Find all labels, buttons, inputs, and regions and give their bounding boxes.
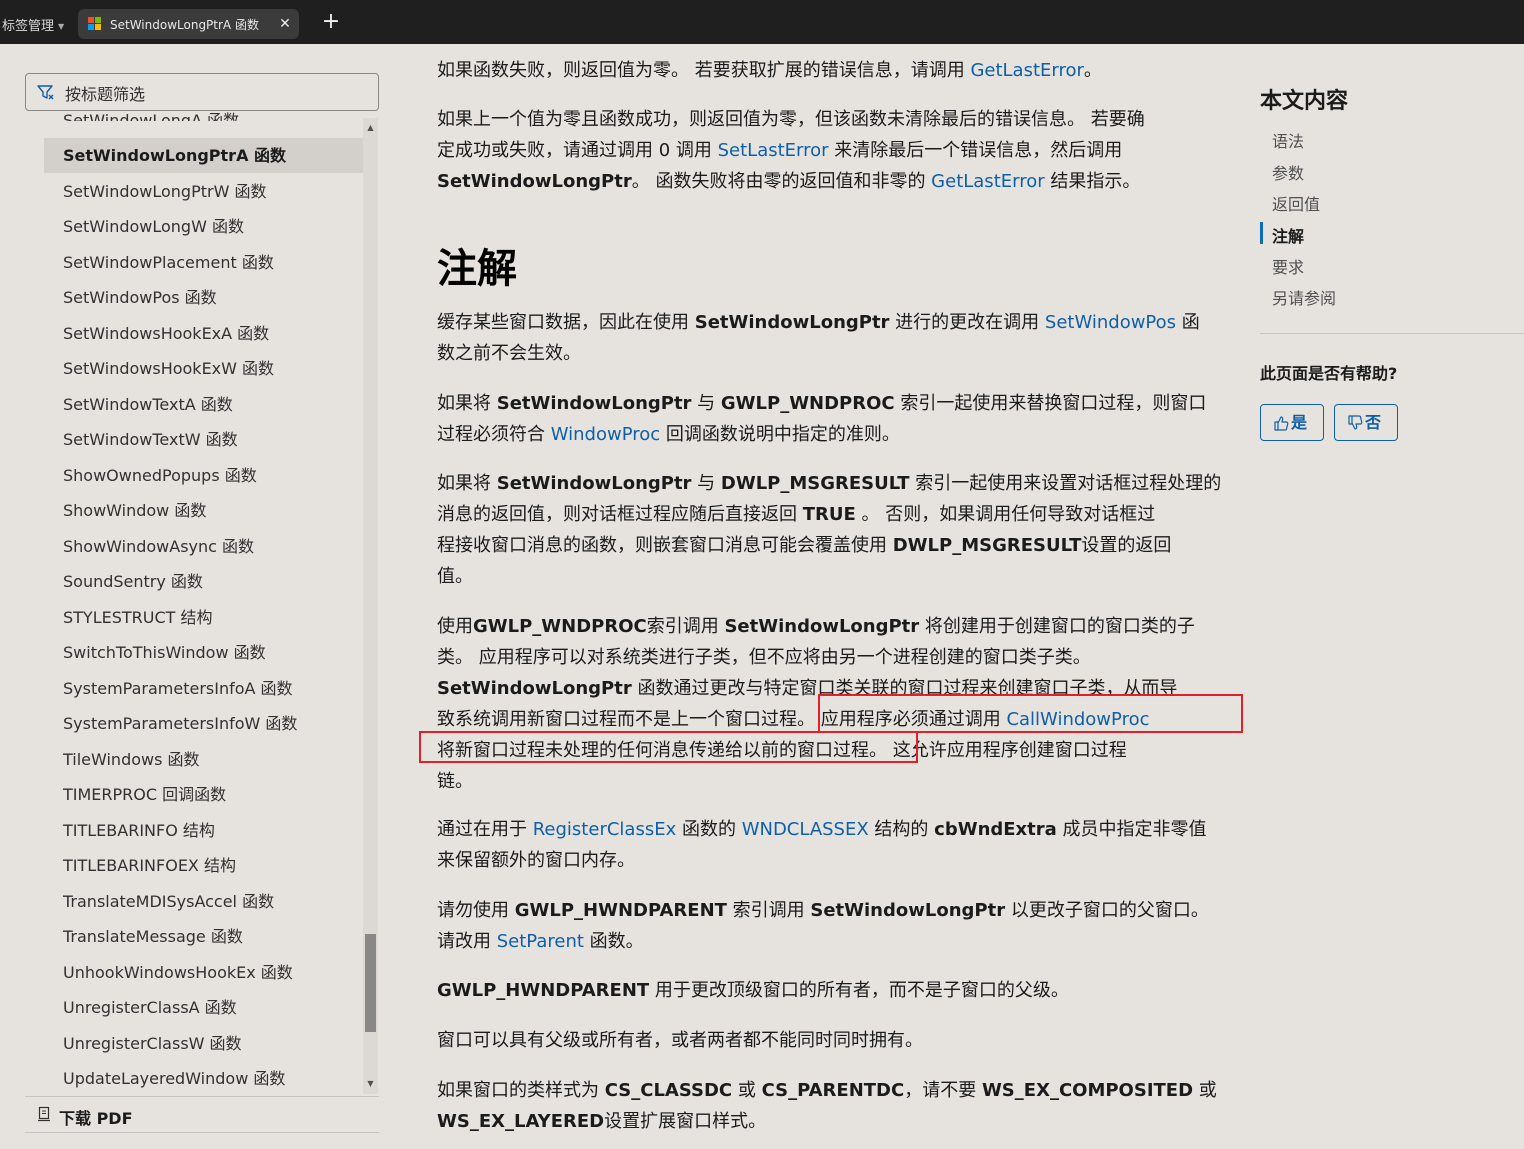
sidebar-item[interactable]: SetWindowLongPtrA 函数 [44, 138, 363, 173]
rail-title: 本文内容 [1260, 89, 1349, 114]
rail-item[interactable]: 另请参阅 [1272, 285, 1336, 309]
thumbs-down-icon [1348, 415, 1363, 430]
paragraph-hwndparent: 请勿使用 GWLP_HWNDPARENT 索引调用 SetWindowLongP… [437, 900, 1209, 952]
rail-item[interactable]: 注解 [1272, 223, 1304, 247]
sidebar-item[interactable]: SystemParametersInfoA 函数 [44, 671, 363, 706]
sidebar-item[interactable]: SetWindowPlacement 函数 [44, 245, 363, 280]
sidebar-item[interactable]: UnregisterClassW 函数 [44, 1026, 363, 1061]
feedback-no-button[interactable]: 否 [1334, 404, 1398, 441]
rail-active-indicator [1260, 222, 1263, 244]
browser-tab-active[interactable]: SetWindowLongPtrA 函数 ✕ [78, 9, 299, 39]
chevron-down-icon: ▼ [58, 22, 65, 31]
rail-item[interactable]: 返回值 [1272, 191, 1320, 215]
link-setwindowpos[interactable]: SetWindowPos [1045, 312, 1176, 333]
paragraph-extra-memory: 通过在用于 RegisterClassEx 函数的 WNDCLASSEX 结构的… [437, 819, 1207, 871]
sidebar-item[interactable]: SystemParametersInfoW 函数 [44, 706, 363, 741]
link-getlasterror-2[interactable]: GetLastError [931, 171, 1044, 192]
sidebar-scrollbar[interactable]: ▲ ▼ [363, 118, 378, 1094]
browser-tab-bar: 标签管理 ▼ SetWindowLongPtrA 函数 ✕ + [0, 0, 1524, 44]
sidebar-item[interactable]: UnhookWindowsHookEx 函数 [44, 955, 363, 990]
sidebar-toc: SetWindowLongA 函数 SetWindowLongPtrA 函数Se… [25, 112, 379, 1094]
link-setparent[interactable]: SetParent [497, 931, 584, 952]
rail-divider [1260, 333, 1524, 334]
paragraph-composited: 如果窗口的类样式为 CS_CLASSDC 或 CS_PARENTDC，请不要 W… [437, 1080, 1217, 1132]
pdf-document-icon [38, 1106, 50, 1122]
sidebar-item[interactable]: TITLEBARINFO 结构 [44, 813, 363, 848]
paragraph-msgresult: 如果将 SetWindowLongPtr 与 DWLP_MSGRESULT 索引… [437, 473, 1222, 587]
highlight-box-callwindowproc [818, 694, 1243, 733]
sidebar-item[interactable]: TIMERPROC 回调函数 [44, 777, 363, 812]
paragraph-return-failure: 如果函数失败，则返回值为零。 若要获取扩展的错误信息，请调用 GetLastEr… [437, 60, 1102, 81]
sidebar-item[interactable]: TITLEBARINFOEX 结构 [44, 848, 363, 883]
rail-item[interactable]: 要求 [1272, 254, 1304, 278]
link-windowproc[interactable]: WindowProc [551, 424, 660, 445]
sidebar-item[interactable]: SetWindowsHookExW 函数 [44, 351, 363, 386]
rail-item[interactable]: 参数 [1272, 160, 1304, 184]
tab-title: SetWindowLongPtrA 函数 [110, 18, 259, 32]
feedback-question: 此页面是否有帮助? [1260, 364, 1398, 383]
paragraph-return-zero: 如果上一个值为零且函数成功，则返回值为零，但该函数未清除最后的错误信息。 若要确… [437, 109, 1145, 192]
paragraph-cache: 缓存某些窗口数据，因此在使用 SetWindowLongPtr 进行的更改在调用… [437, 312, 1200, 364]
filter-icon [37, 85, 54, 100]
sidebar-item[interactable]: SetWindowLongW 函数 [44, 209, 363, 244]
highlight-box-pass-messages [419, 731, 918, 763]
download-pdf-label: 下载 PDF [59, 1109, 133, 1128]
sidebar-item[interactable]: ShowWindow 函数 [44, 493, 363, 528]
sidebar-item[interactable]: SetWindowPos 函数 [44, 280, 363, 315]
paragraph-parent-or-owner: 窗口可以具有父级或所有者，或者两者都不能同时同时拥有。 [437, 1030, 923, 1051]
link-wndclassex[interactable]: WNDCLASSEX [742, 819, 869, 840]
sidebar-item[interactable]: SetWindowLongPtrW 函数 [44, 174, 363, 209]
scroll-down-arrow-icon[interactable]: ▼ [363, 1077, 378, 1091]
filter-box [25, 73, 379, 111]
sidebar-item[interactable]: UpdateLayeredWindow 函数 [44, 1061, 363, 1094]
sidebar-item-partial[interactable]: SetWindowLongA 函数 [63, 112, 239, 121]
tab-group-menu[interactable]: 标签管理 ▼ [2, 15, 64, 34]
tab-group-label: 标签管理 [2, 19, 55, 34]
sidebar-item[interactable]: STYLESTRUCT 结构 [44, 600, 363, 635]
scrollbar-thumb[interactable] [365, 934, 376, 1032]
sidebar-item[interactable]: SoundSentry 函数 [44, 564, 363, 599]
feedback-yes-label: 是 [1291, 413, 1308, 432]
sidebar-item[interactable]: SetWindowTextW 函数 [44, 422, 363, 457]
sidebar-item[interactable]: TranslateMessage 函数 [44, 919, 363, 954]
feedback-yes-button[interactable]: 是 [1260, 404, 1324, 441]
download-pdf-link[interactable]: 下载 PDF [25, 1096, 379, 1133]
thumbs-up-icon [1274, 416, 1289, 431]
sidebar-item[interactable]: SwitchToThisWindow 函数 [44, 635, 363, 670]
section-heading-remarks: 注解 [437, 246, 517, 292]
sidebar-item[interactable]: TileWindows 函数 [44, 742, 363, 777]
sidebar-item[interactable]: ShowOwnedPopups 函数 [44, 458, 363, 493]
microsoft-logo-icon [88, 17, 102, 31]
rail-item[interactable]: 语法 [1272, 128, 1304, 152]
link-getlasterror[interactable]: GetLastError [970, 60, 1083, 81]
close-icon[interactable]: ✕ [274, 13, 296, 35]
link-setlasterror[interactable]: SetLastError [718, 140, 829, 161]
sidebar-item[interactable]: SetWindowTextA 函数 [44, 387, 363, 422]
link-registerclassex[interactable]: RegisterClassEx [533, 819, 677, 840]
feedback-no-label: 否 [1365, 413, 1382, 432]
sidebar-item[interactable]: TranslateMDISysAccel 函数 [44, 884, 363, 919]
filter-input[interactable] [63, 81, 367, 107]
paragraph-wndproc: 如果将 SetWindowLongPtr 与 GWLP_WNDPROC 索引一起… [437, 393, 1207, 445]
sidebar-item[interactable]: SetWindowsHookExA 函数 [44, 316, 363, 351]
scroll-up-arrow-icon[interactable]: ▲ [363, 121, 378, 135]
sidebar-item[interactable]: UnregisterClassA 函数 [44, 990, 363, 1025]
sidebar-item[interactable]: ShowWindowAsync 函数 [44, 529, 363, 564]
paragraph-owner: GWLP_HWNDPARENT 用于更改顶级窗口的所有者，而不是子窗口的父级。 [437, 980, 1069, 1001]
new-tab-button[interactable]: + [318, 9, 344, 35]
